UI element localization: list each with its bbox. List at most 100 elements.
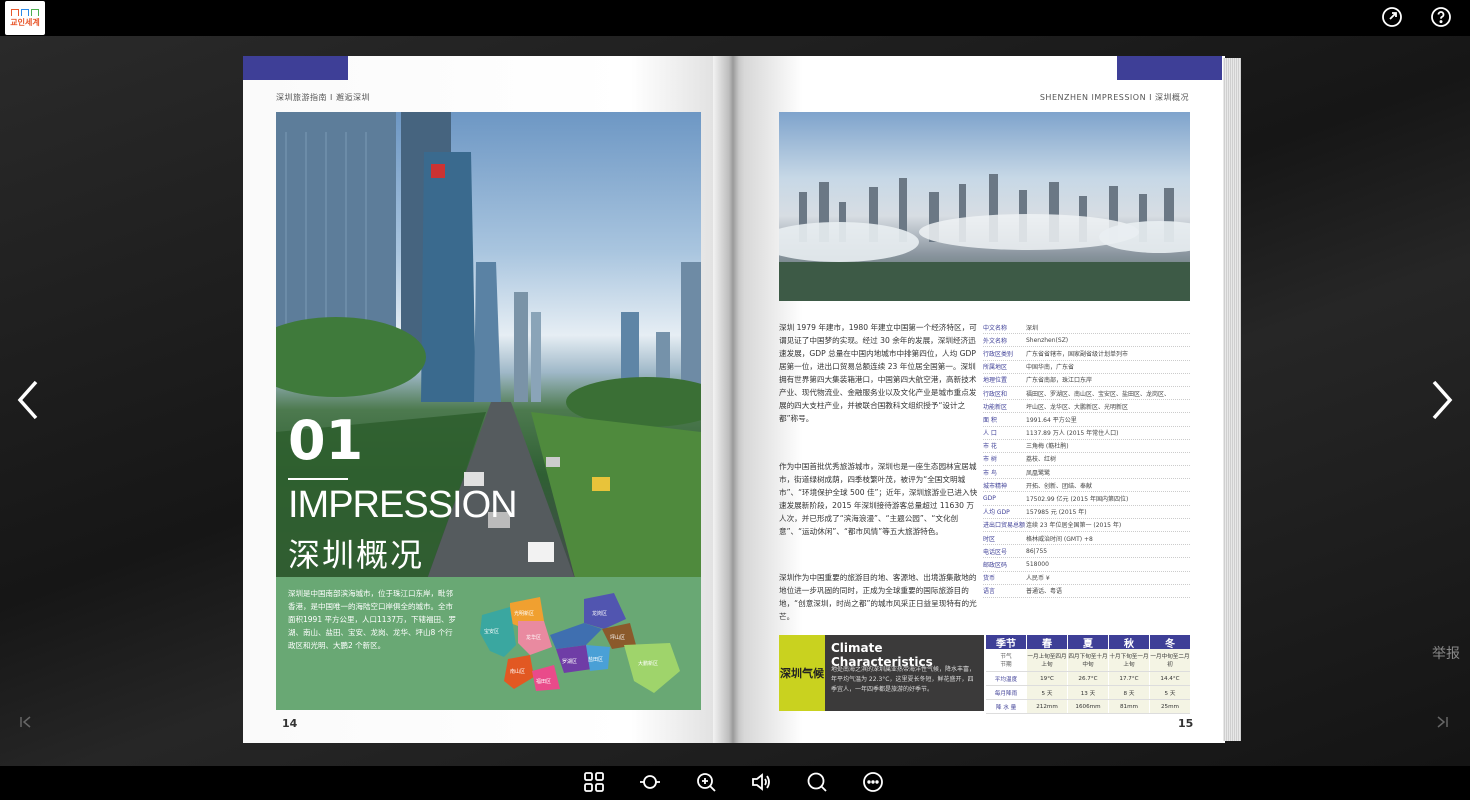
fact-value: 福田区、罗湖区、南山区、宝安区、盐田区、龙岗区、 — [1026, 390, 1171, 398]
running-head: SHENZHEN IMPRESSION Ι 深圳概况 — [1039, 93, 1189, 102]
fact-value: 157985 元 (2015 年) — [1026, 509, 1087, 517]
intro-text: 深圳是中国南部滨海城市，位于珠江口东岸，毗邻香港，是中国唯一的海陆空口岸俱全的城… — [288, 589, 457, 650]
table-row: 邮政区码 518000 — [983, 558, 1190, 572]
running-head: 深圳旅游指南 Ι 邂逅深圳 — [276, 93, 370, 102]
logo[interactable]: 교인세계 — [5, 1, 45, 35]
table-row: 行政区和 福田区、罗湖区、南山区、宝安区、盐田区、龙岗区、 — [983, 387, 1190, 401]
table-cell: 一月中旬至二月初 — [1149, 649, 1190, 671]
page-number: 15 — [1178, 717, 1194, 730]
table-cell: 一月上旬至四月上旬 — [1026, 649, 1067, 671]
table-row: 时区 格林威治时间 (GMT) +8 — [983, 532, 1190, 546]
fact-key: 行政区类别 — [983, 350, 1014, 358]
season-header-row: 季节 春 夏 秋 冬 — [986, 635, 1190, 650]
fact-key: 中文名称 — [983, 324, 1008, 332]
logo-text: 교인세계 — [10, 18, 40, 27]
fact-key: 进出口贸易总额 — [983, 522, 1026, 530]
table-row: 行政区类别 广东省省辖市，国家副省级计划单列市 — [983, 347, 1190, 361]
table-row: 中文名称 深圳 — [983, 321, 1190, 335]
city-street-photo: 01 IMPRESSION 深圳概况 — [276, 112, 701, 577]
table-cell: 26.7°C — [1067, 672, 1108, 685]
fact-key: 功能新区 — [983, 403, 1008, 411]
climate-description: 地处南海之滨的深圳属亚热带海洋性气候，降水丰富，年平均气温为 22.3°C，这里… — [831, 666, 976, 693]
climate-box: 深圳气候 Climate Characteristics 地处南海之滨的深圳属亚… — [779, 635, 1190, 714]
map-region-dapeng — [624, 643, 680, 693]
page-15[interactable]: SHENZHEN IMPRESSION Ι 深圳概况 深圳 1979 年建市，1… — [745, 56, 1225, 743]
sound-icon[interactable] — [750, 771, 772, 793]
logo-mark-icon — [11, 9, 39, 16]
table-row: 市 树 荔枝、红树 — [983, 453, 1190, 467]
fact-key: 电话区号 — [983, 548, 1008, 556]
city-facts-table: 中文名称 深圳 外文名称 Shenzhen(SZ) 行政区类别 广东省省辖市，国家副省… — [983, 321, 1190, 598]
fact-value: 86|755 — [1026, 547, 1048, 555]
table-cell: 212mm — [1026, 700, 1067, 713]
header-cell: 季节 — [996, 638, 1016, 650]
header-band — [243, 56, 348, 80]
table-row: 每月降雨 5 天 13 天 8 天 5 天 — [986, 686, 1190, 700]
table-cell: 8 天 — [1108, 686, 1149, 699]
prev-page-arrow-icon[interactable] — [14, 380, 44, 420]
table-row: 平均温度 19°C 26.7°C 17.7°C 14.4°C — [986, 672, 1190, 686]
fact-key: 行政区和 — [983, 390, 1008, 398]
table-cell: 81mm — [1108, 700, 1149, 713]
fact-key: 语言 — [983, 588, 996, 596]
fact-key: GDP — [983, 495, 996, 503]
header-cell: 春 — [1026, 635, 1067, 650]
paragraph-1: 深圳 1979 年建市，1980 年建立中国第一个经济特区，可谓见证了中国梦的实… — [779, 323, 977, 423]
fact-value: 荔枝、红树 — [1026, 456, 1057, 464]
page-14[interactable]: 深圳旅游指南 Ι 邂逅深圳 01 IMPRESSION 深圳概况 深圳是中国南部… — [243, 56, 728, 743]
intro-panel: 深圳是中国南部滨海城市，位于珠江口东岸，毗邻香港，是中国唯一的海陆空口岸俱全的城… — [276, 577, 701, 710]
table-row: GDP 17502.99 亿元 (2015 年国内第四位) — [983, 492, 1190, 506]
table-row: 外文名称 Shenzhen(SZ) — [983, 334, 1190, 348]
fact-value: 坪山区、龙华区、大鹏新区、光明新区 — [1026, 403, 1129, 411]
fact-value: 中国华南，广东省 — [1026, 364, 1075, 372]
fact-key: 市 鸟 — [983, 469, 997, 477]
header-band — [1117, 56, 1222, 80]
table-cell: 25mm — [1149, 700, 1190, 713]
fact-key: 时区 — [983, 535, 996, 543]
zoom-in-icon[interactable] — [695, 771, 717, 793]
fact-value: 1991.64 平方公里 — [1026, 416, 1077, 424]
first-page-icon[interactable] — [18, 714, 34, 730]
table-row: 降 水 量 212mm 1606mm 81mm 25mm — [986, 700, 1190, 714]
fact-key: 面 积 — [983, 416, 997, 424]
fact-key: 地理位置 — [983, 377, 1008, 385]
map-label: 宝安区 — [484, 628, 499, 635]
title-rule — [288, 478, 348, 480]
last-page-icon[interactable] — [1434, 714, 1450, 730]
search-icon[interactable] — [806, 771, 828, 793]
report-button[interactable]: 举报 — [1432, 643, 1460, 663]
fact-key: 市 树 — [983, 456, 997, 464]
fact-key: 人均 GDP — [983, 509, 1010, 517]
share-icon[interactable] — [1381, 6, 1403, 28]
table-row: 市 花 三角梅 (簕杜鹃) — [983, 440, 1190, 453]
next-page-arrow-icon[interactable] — [1426, 380, 1456, 420]
row-label: 平均温度 — [994, 676, 1018, 683]
header-cell: 秋 — [1108, 635, 1149, 650]
autoflip-icon[interactable] — [639, 771, 661, 793]
table-row: 人 口 1137.89 万人 (2015 年常住人口) — [983, 427, 1190, 440]
table-cell: 5 天 — [1149, 686, 1190, 699]
district-map: 光明新区 宝安区 龙华区 龙岗区 坪山区 南山区 福田区 罗湖区 盐田区 大鹏新… — [480, 593, 680, 693]
map-label: 罗湖区 — [562, 658, 577, 665]
row-label: 节气 节期 — [986, 649, 1026, 671]
table-cell: 四月下旬至十月中旬 — [1067, 649, 1108, 671]
map-label: 南山区 — [510, 668, 525, 675]
page-stack-edge — [1223, 58, 1241, 741]
map-label: 光明新区 — [514, 610, 534, 617]
table-cell: 5 天 — [1026, 686, 1067, 699]
row-label: 每月降雨 — [994, 690, 1018, 697]
fact-key: 市 花 — [983, 443, 997, 451]
more-icon[interactable] — [862, 771, 884, 793]
table-cell: 14.4°C — [1149, 672, 1190, 685]
fact-value: 普通话、粤语 — [1026, 588, 1063, 596]
page-number: 14 — [282, 717, 298, 730]
table-cell: 19°C — [1026, 672, 1067, 685]
help-icon[interactable] — [1430, 6, 1452, 28]
table-row: 进出口贸易总额 连续 23 年位居全国第一 (2015 年) — [983, 519, 1190, 532]
fact-key: 所属地区 — [983, 364, 1008, 372]
paragraph-3: 深圳作为中国重要的旅游目的地、客源地、出境游集散地的地位进一步巩固的同时，正成为… — [779, 573, 977, 621]
map-label: 龙华区 — [526, 634, 541, 641]
fact-value: 人民币 ¥ — [1026, 575, 1050, 583]
grid-icon[interactable] — [583, 771, 605, 793]
skyline-illustration — [779, 174, 1190, 301]
